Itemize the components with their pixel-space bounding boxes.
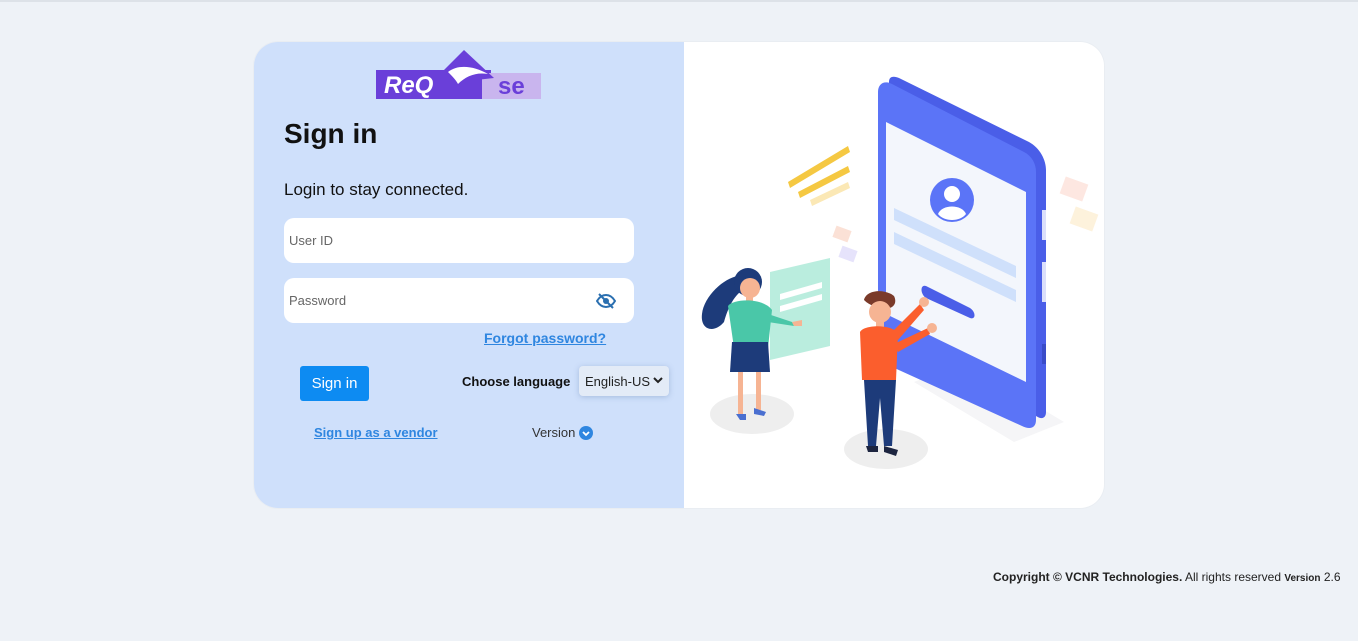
user-id-input[interactable]	[284, 218, 634, 263]
decor-stripes	[788, 146, 850, 206]
footer-version-value: 2.6	[1320, 570, 1341, 584]
vendor-signup-link[interactable]: Sign up as a vendor	[314, 425, 438, 440]
language-select[interactable]: English-US	[579, 366, 669, 396]
page-subtitle: Login to stay connected.	[284, 180, 469, 199]
floating-card-graphic	[770, 258, 830, 360]
language-label: Choose language	[462, 374, 571, 389]
footer-rights: All rights reserved	[1182, 570, 1285, 584]
version-label: Version	[532, 425, 576, 440]
svg-text:ReQ: ReQ	[384, 72, 434, 99]
sign-in-button[interactable]: Sign in	[300, 366, 369, 401]
language-value: English-US	[585, 373, 651, 389]
footer-copyright: Copyright © VCNR Technologies.	[993, 570, 1183, 584]
reqease-logo: ReQ se	[376, 50, 541, 100]
footer: Copyright © VCNR Technologies. All right…	[993, 570, 1341, 584]
footer-version-label: Version	[1284, 573, 1321, 584]
chevron-down-icon	[653, 377, 663, 384]
phone-graphic	[878, 76, 1046, 428]
login-card: ReQ se Sign in Login to stay connected. …	[254, 42, 1104, 508]
illustration-panel	[684, 42, 1104, 508]
login-panel: ReQ se Sign in Login to stay connected. …	[254, 42, 684, 508]
eye-slash-icon[interactable]	[596, 293, 616, 309]
chevron-circle-down-icon	[579, 425, 594, 440]
forgot-password-link[interactable]: Forgot password?	[484, 330, 606, 346]
version-toggle[interactable]: Version	[532, 425, 594, 440]
svg-text:se: se	[498, 73, 525, 100]
page-title: Sign in	[284, 118, 378, 149]
top-divider	[0, 0, 1358, 2]
password-input[interactable]	[284, 278, 634, 323]
login-illustration	[701, 76, 1099, 469]
